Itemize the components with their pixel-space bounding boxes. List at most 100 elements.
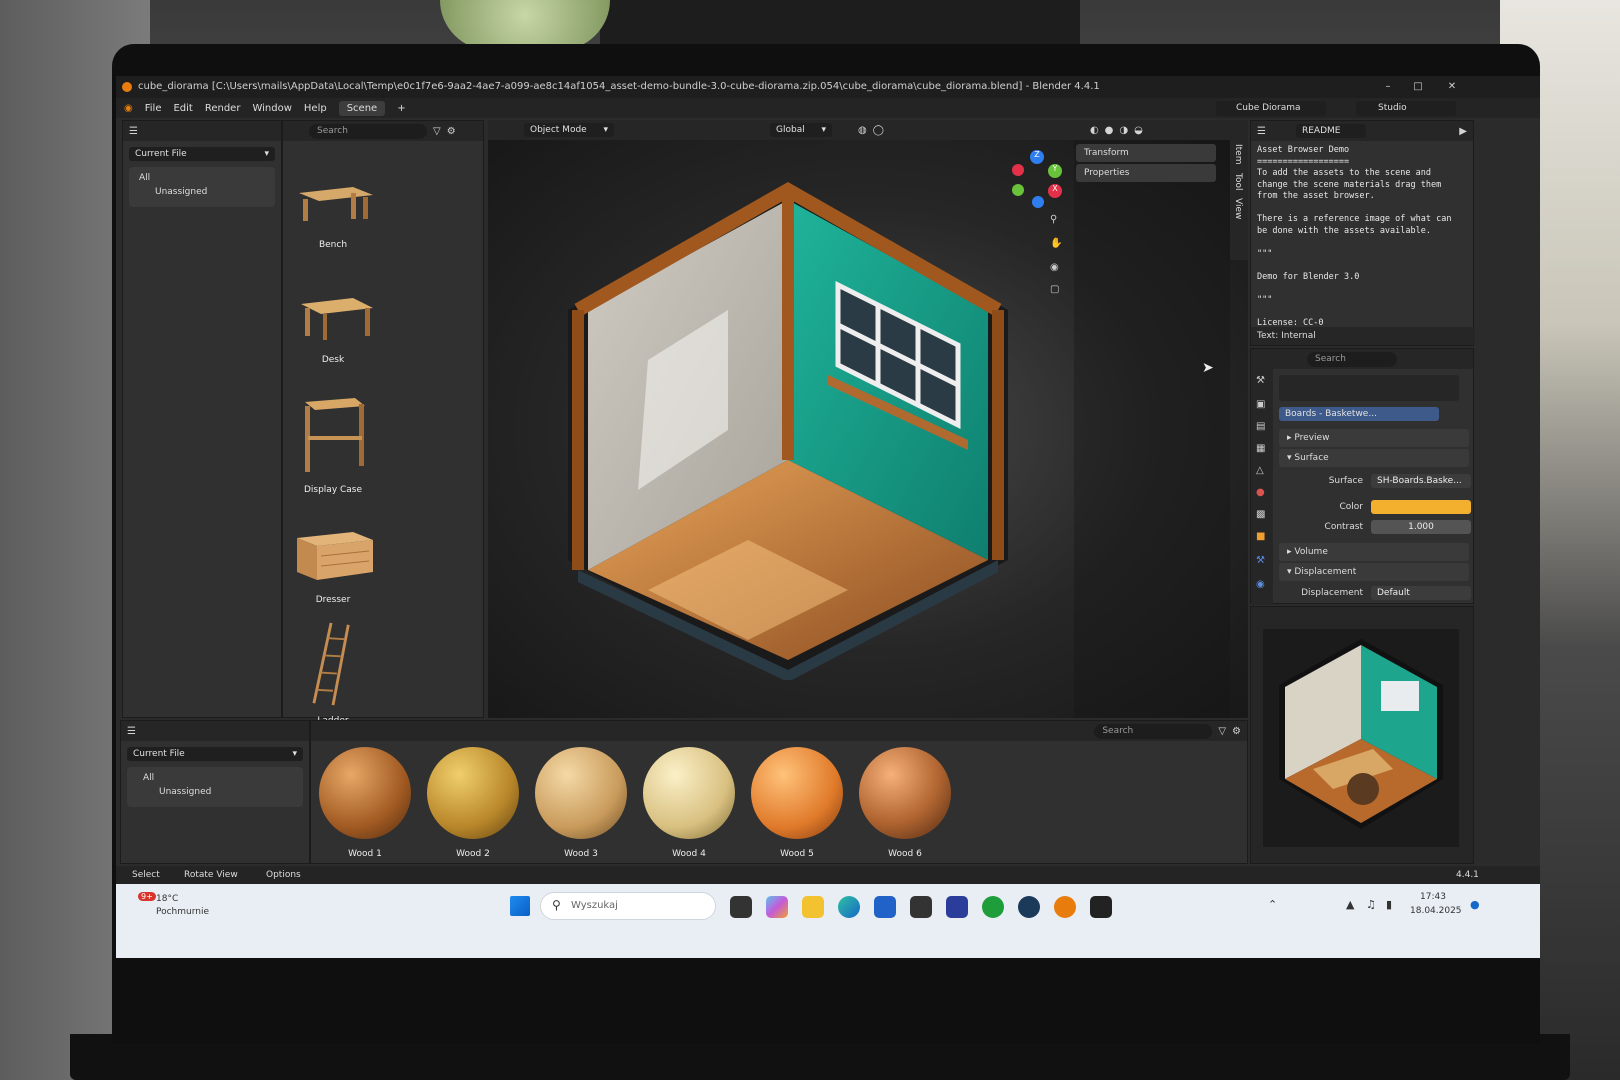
catalog-all[interactable]: All: [143, 773, 287, 783]
material-wood-6[interactable]: Wood 6: [855, 747, 955, 859]
shading-material-icon[interactable]: ◑: [1119, 125, 1128, 136]
minimize-icon[interactable]: –: [1378, 76, 1398, 98]
view-layer-tab-icon[interactable]: ▦: [1256, 443, 1265, 454]
perspective-icon[interactable]: ▢: [1050, 284, 1059, 295]
clock-time[interactable]: 17:43: [1420, 892, 1446, 902]
asset-desk[interactable]: Desk: [283, 286, 383, 365]
volume-section[interactable]: ▸ Volume: [1279, 543, 1469, 561]
tab-view[interactable]: View: [1233, 198, 1243, 219]
3d-viewport[interactable]: Z Y X ⚲ ✋ ◉ ▢ Transform Properties Item …: [488, 140, 1248, 718]
material-wood-5[interactable]: Wood 5: [747, 747, 847, 859]
filter-icon[interactable]: ▽: [433, 126, 441, 137]
asset-ladder[interactable]: Ladder: [283, 621, 383, 726]
surface-value[interactable]: SH-Boards.Baske...: [1371, 474, 1471, 488]
wifi-icon[interactable]: ▲: [1346, 898, 1354, 911]
snap-icon[interactable]: ◍: [858, 125, 867, 136]
text-file-dropdown[interactable]: README: [1295, 124, 1366, 138]
navigation-gizmo[interactable]: Z Y X: [1008, 150, 1068, 210]
bottom-asset-search-input[interactable]: Search: [1094, 723, 1213, 739]
render-tab-icon[interactable]: ▣: [1256, 399, 1265, 410]
shading-solid-icon[interactable]: ●: [1105, 125, 1114, 136]
gizmo-x-icon[interactable]: X: [1048, 184, 1062, 198]
preview-section[interactable]: ▸ Preview: [1279, 429, 1469, 447]
gizmo-neg-z-icon[interactable]: [1032, 196, 1044, 208]
editor-type-icon[interactable]: ☰: [127, 726, 136, 737]
menu-file[interactable]: File: [145, 103, 162, 114]
tab-item[interactable]: Item: [1233, 144, 1243, 165]
scene-selector[interactable]: Cube Diorama: [1216, 101, 1326, 116]
material-slot-list[interactable]: [1279, 375, 1459, 401]
filter-icon[interactable]: ▽: [1218, 726, 1226, 737]
editor-type-icon[interactable]: ☰: [1257, 126, 1266, 137]
material-selector[interactable]: Boards - Basketwe...: [1279, 407, 1439, 421]
affinity-icon[interactable]: [946, 896, 968, 918]
capcut-icon[interactable]: [1090, 896, 1112, 918]
battery-icon[interactable]: ▮: [1386, 898, 1392, 911]
volume-icon[interactable]: ♫: [1366, 898, 1376, 911]
tab-tool[interactable]: Tool: [1233, 173, 1243, 190]
catalog-unassigned[interactable]: Unassigned: [143, 787, 287, 797]
add-workspace-icon[interactable]: +: [397, 103, 405, 114]
asset-dresser[interactable]: Dresser: [283, 526, 383, 605]
overlay-icon[interactable]: ◐: [1090, 125, 1099, 136]
text-content[interactable]: Asset Browser Demo ================== To a…: [1251, 141, 1473, 333]
gizmo-neg-x-icon[interactable]: [1012, 164, 1024, 176]
unity-icon[interactable]: [910, 896, 932, 918]
surface-section[interactable]: ▾ Surface: [1279, 449, 1469, 467]
tab-scene[interactable]: Scene: [338, 100, 386, 116]
gizmo-neg-y-icon[interactable]: [1012, 184, 1024, 196]
shading-rendered-icon[interactable]: ◒: [1134, 125, 1143, 136]
material-wood-4[interactable]: Wood 4: [639, 747, 739, 859]
asset-bench[interactable]: Bench: [283, 171, 383, 250]
bottom-library-dropdown[interactable]: Current File ▾: [127, 747, 303, 761]
taskbar-search-input[interactable]: Wyszukaj: [540, 892, 716, 920]
weather-desc[interactable]: Pochmurnie: [156, 907, 209, 917]
menu-help[interactable]: Help: [304, 103, 327, 114]
displacement-value[interactable]: Default: [1371, 586, 1471, 600]
menu-render[interactable]: Render: [205, 103, 241, 114]
editor-type-icon[interactable]: ☰: [129, 126, 138, 137]
windows-start-icon[interactable]: [510, 896, 530, 916]
settings-gear-icon[interactable]: ⚙: [447, 126, 456, 137]
run-script-icon[interactable]: ▶: [1459, 126, 1467, 137]
menu-edit[interactable]: Edit: [173, 103, 192, 114]
object-mode-dropdown[interactable]: Object Mode ▾: [524, 123, 614, 137]
catalog-unassigned[interactable]: Unassigned: [139, 187, 265, 197]
file-explorer-icon[interactable]: [802, 896, 824, 918]
color-swatch[interactable]: [1371, 500, 1471, 514]
xbox-icon[interactable]: [982, 896, 1004, 918]
zoom-icon[interactable]: ⚲: [1050, 214, 1057, 225]
output-tab-icon[interactable]: ▤: [1256, 421, 1265, 432]
store-icon[interactable]: [874, 896, 896, 918]
close-icon[interactable]: ✕: [1442, 76, 1462, 98]
proportional-edit-icon[interactable]: ◯: [873, 125, 884, 136]
asset-search-input[interactable]: Search: [309, 123, 427, 139]
notification-bell-icon[interactable]: ●: [1470, 898, 1480, 911]
gizmo-z-icon[interactable]: Z: [1030, 150, 1044, 164]
pan-hand-icon[interactable]: ✋: [1050, 238, 1062, 249]
catalog-all[interactable]: All: [139, 173, 265, 183]
blender-taskbar-icon[interactable]: [1054, 896, 1076, 918]
camera-icon[interactable]: ◉: [1050, 262, 1059, 273]
properties-section[interactable]: Properties: [1076, 164, 1216, 182]
asset-display-case[interactable]: Display Case: [283, 396, 383, 495]
material-wood-1[interactable]: Wood 1: [315, 747, 415, 859]
chevron-up-icon[interactable]: ⌃: [1268, 898, 1277, 911]
clock-date[interactable]: 18.04.2025: [1410, 906, 1462, 916]
contrast-value[interactable]: 1.000: [1371, 520, 1471, 534]
tool-tab-icon[interactable]: ⚒: [1256, 375, 1265, 386]
task-view-icon[interactable]: [730, 896, 752, 918]
transform-section[interactable]: Transform: [1076, 144, 1216, 162]
material-wood-3[interactable]: Wood 3: [531, 747, 631, 859]
library-dropdown[interactable]: Current File ▾: [129, 147, 275, 161]
gizmo-y-icon[interactable]: Y: [1048, 164, 1062, 178]
edge-icon[interactable]: [838, 896, 860, 918]
steam-icon[interactable]: [1018, 896, 1040, 918]
modifier-tab-icon[interactable]: ⚒: [1256, 555, 1265, 566]
view-layer-selector[interactable]: Studio: [1356, 101, 1456, 116]
material-wood-2[interactable]: Wood 2: [423, 747, 523, 859]
settings-gear-icon[interactable]: ⚙: [1232, 726, 1241, 737]
menu-window[interactable]: Window: [252, 103, 291, 114]
weather-temp[interactable]: 18°C: [156, 894, 178, 904]
maximize-icon[interactable]: □: [1408, 76, 1428, 98]
